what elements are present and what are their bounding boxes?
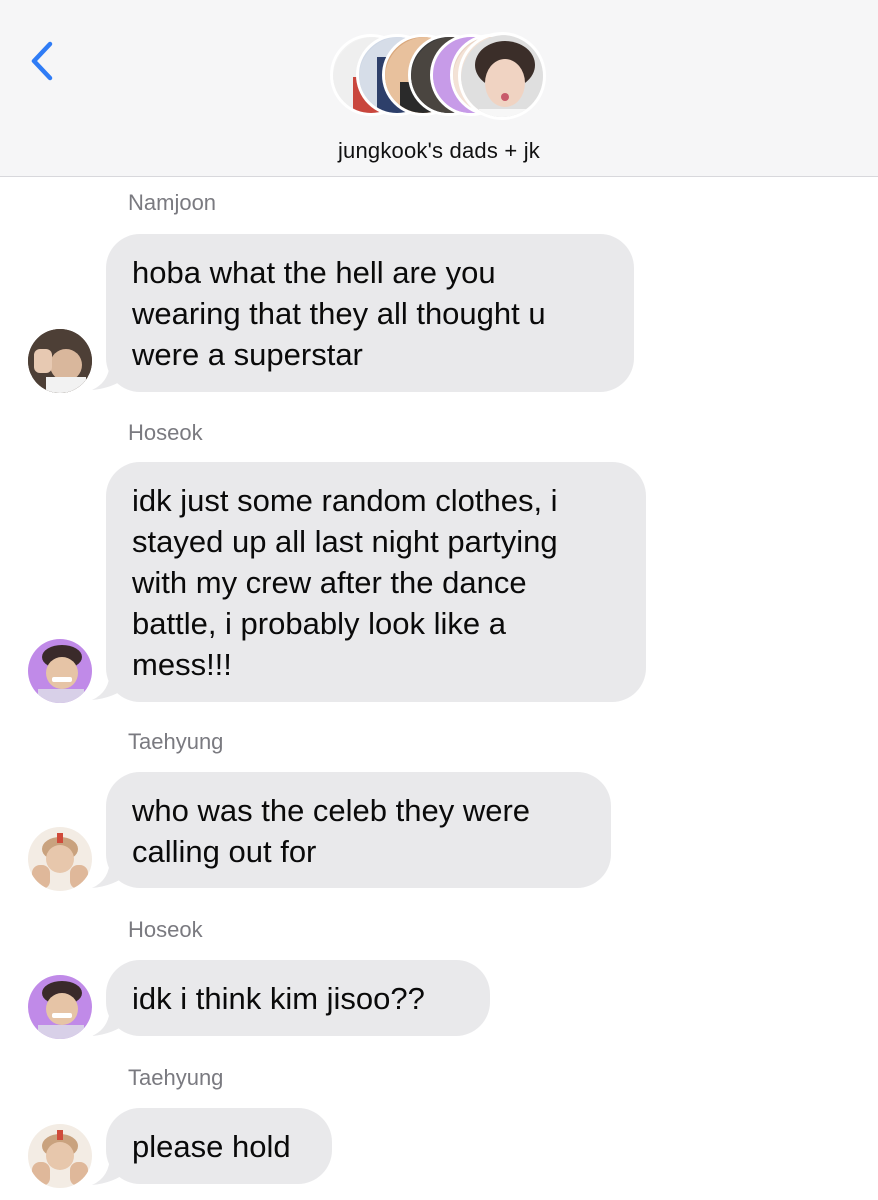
- message-bubble[interactable]: idk i think kim jisoo??: [106, 960, 490, 1036]
- chevron-left-icon: [31, 41, 53, 81]
- back-button[interactable]: [24, 36, 64, 86]
- conversation-header: jungkook's dads + jk: [0, 0, 878, 177]
- message-bubble[interactable]: idk just some random clothes, i stayed u…: [106, 462, 646, 702]
- sender-name: Hoseok: [128, 917, 203, 942]
- group-avatar-stack[interactable]: [330, 32, 550, 120]
- group-name[interactable]: jungkook's dads + jk: [0, 138, 878, 164]
- message-bubble[interactable]: who was the celeb they were calling out …: [106, 772, 611, 888]
- sender-name: Taehyung: [128, 1065, 224, 1090]
- namjoon-avatar[interactable]: [28, 329, 92, 393]
- sender-name: Taehyung: [128, 729, 224, 754]
- sender-name: Hoseok: [128, 420, 203, 445]
- hoseok-avatar[interactable]: [28, 975, 92, 1039]
- message-bubble[interactable]: please hold: [106, 1108, 332, 1184]
- taehyung-avatar[interactable]: [28, 1124, 92, 1188]
- hoseok-avatar[interactable]: [28, 639, 92, 703]
- member-avatar-jk: [458, 32, 546, 120]
- sender-name: Namjoon: [128, 190, 217, 215]
- taehyung-avatar[interactable]: [28, 827, 92, 891]
- message-bubble[interactable]: hoba what the hell are you wearing that …: [106, 234, 634, 392]
